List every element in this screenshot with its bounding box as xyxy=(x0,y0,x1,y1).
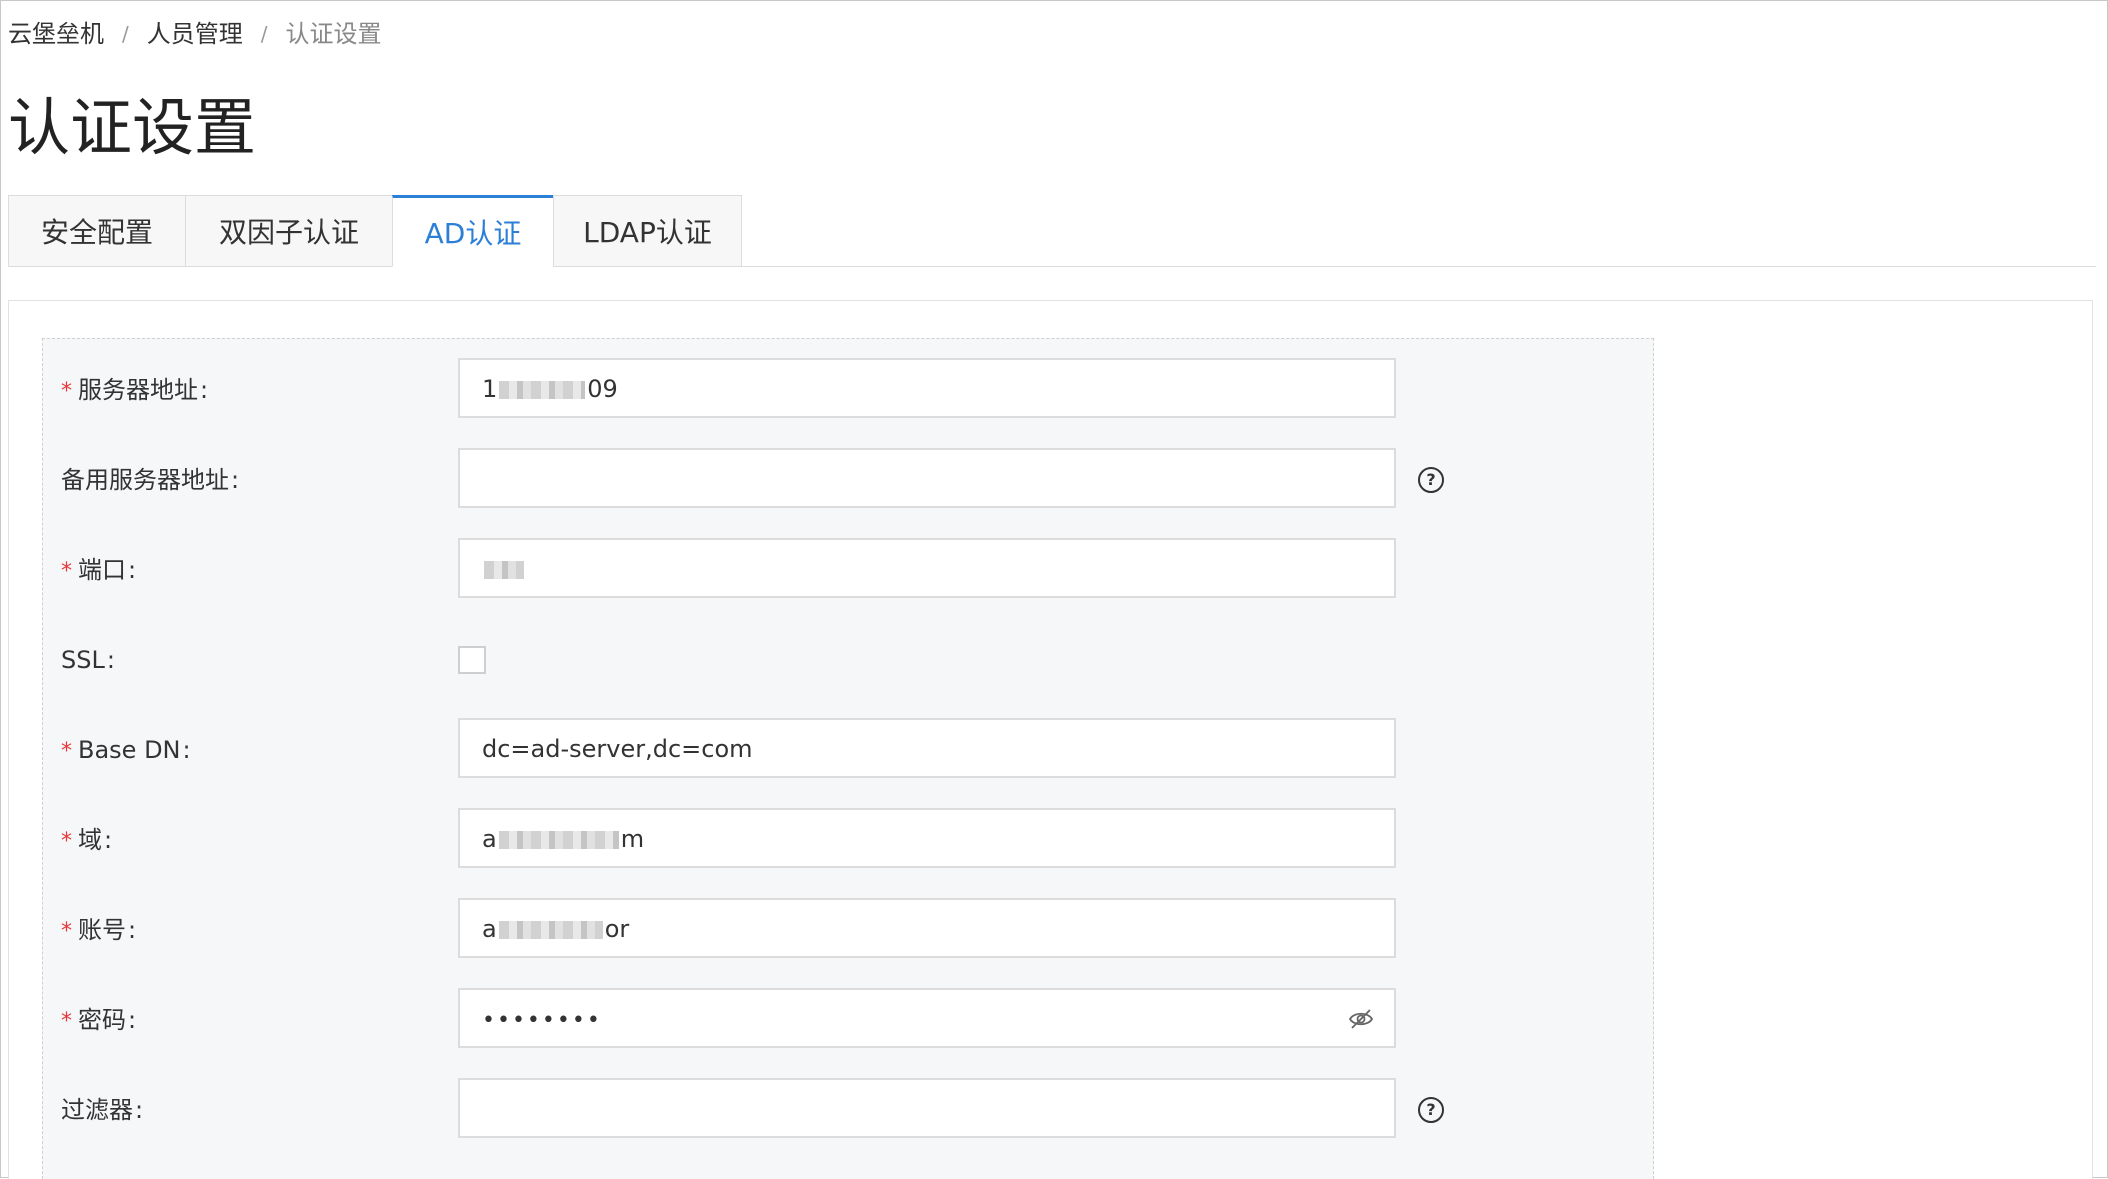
redacted-blur xyxy=(498,831,619,849)
ad-auth-form: * 服务器地址: 1 09 备用服务器地址: ? * 端口: SSL: * Base D… xyxy=(42,338,1654,1179)
required-mark: * xyxy=(61,919,72,944)
form-row-server-address: * 服务器地址: 1 09 xyxy=(43,358,1653,422)
domain-input[interactable]: am xyxy=(458,808,1396,868)
breadcrumb-current: 认证设置 xyxy=(285,20,382,48)
form-row-filter: 过滤器: ? xyxy=(43,1078,1653,1142)
help-icon[interactable]: ? xyxy=(1418,1097,1444,1123)
ssl-checkbox[interactable] xyxy=(458,646,486,674)
account-input[interactable]: a or xyxy=(458,898,1396,958)
required-mark: * xyxy=(61,1009,72,1034)
redacted-blur xyxy=(484,561,524,579)
account-label: * 账号: xyxy=(61,916,137,944)
form-row-base-dn: * Base DN: dc=ad-server,dc=com xyxy=(43,718,1653,782)
help-icon[interactable]: ? xyxy=(1418,467,1444,493)
domain-label: * 域: xyxy=(61,826,113,854)
required-mark: * xyxy=(61,559,72,584)
port-label: * 端口: xyxy=(61,556,137,584)
tab-ldap-auth[interactable]: LDAP认证 xyxy=(553,195,742,267)
backup-server-input[interactable] xyxy=(458,448,1396,508)
tab-security-config[interactable]: 安全配置 xyxy=(8,195,185,267)
required-mark: * xyxy=(61,379,72,404)
base-dn-label: * Base DN: xyxy=(61,736,191,764)
port-input[interactable] xyxy=(458,538,1396,598)
password-label: * 密码: xyxy=(61,1006,137,1034)
filter-input[interactable] xyxy=(458,1078,1396,1138)
redacted-blur xyxy=(499,381,586,399)
form-row-password: * 密码: •••••••• xyxy=(43,988,1653,1052)
backup-server-label: 备用服务器地址: xyxy=(61,466,240,494)
ssl-label: SSL: xyxy=(61,646,115,674)
password-input[interactable]: •••••••• xyxy=(458,988,1396,1048)
server-address-label: * 服务器地址: xyxy=(61,376,209,404)
redacted-blur xyxy=(498,921,603,939)
breadcrumb-item-bastion[interactable]: 云堡垒机 xyxy=(8,16,104,52)
form-row-backup-server: 备用服务器地址: ? xyxy=(43,448,1653,512)
tab-bar: 安全配置 双因子认证 AD认证 LDAP认证 xyxy=(8,195,742,267)
server-address-input[interactable]: 1 09 xyxy=(458,358,1396,418)
breadcrumb: 云堡垒机 / 人员管理 / 认证设置 xyxy=(8,16,382,52)
form-row-port: * 端口: xyxy=(43,538,1653,602)
breadcrumb-item-people[interactable]: 人员管理 xyxy=(147,16,243,52)
form-row-domain: * 域: am xyxy=(43,808,1653,872)
password-value: •••••••• xyxy=(482,1008,602,1033)
tab-two-factor[interactable]: 双因子认证 xyxy=(185,195,392,267)
eye-slash-icon[interactable] xyxy=(1348,1008,1374,1030)
page-title: 认证设置 xyxy=(8,91,257,164)
base-dn-input[interactable]: dc=ad-server,dc=com xyxy=(458,718,1396,778)
content-panel: * 服务器地址: 1 09 备用服务器地址: ? * 端口: SSL: * Base D… xyxy=(8,300,2093,1179)
tab-ad-auth[interactable]: AD认证 xyxy=(392,195,553,267)
required-mark: * xyxy=(61,739,72,764)
breadcrumb-separator: / xyxy=(122,22,129,46)
required-mark: * xyxy=(61,829,72,854)
breadcrumb-separator: / xyxy=(260,22,268,46)
form-row-ssl: SSL: xyxy=(43,628,1653,692)
form-row-account: * 账号: a or xyxy=(43,898,1653,962)
filter-label: 过滤器: xyxy=(61,1096,144,1124)
